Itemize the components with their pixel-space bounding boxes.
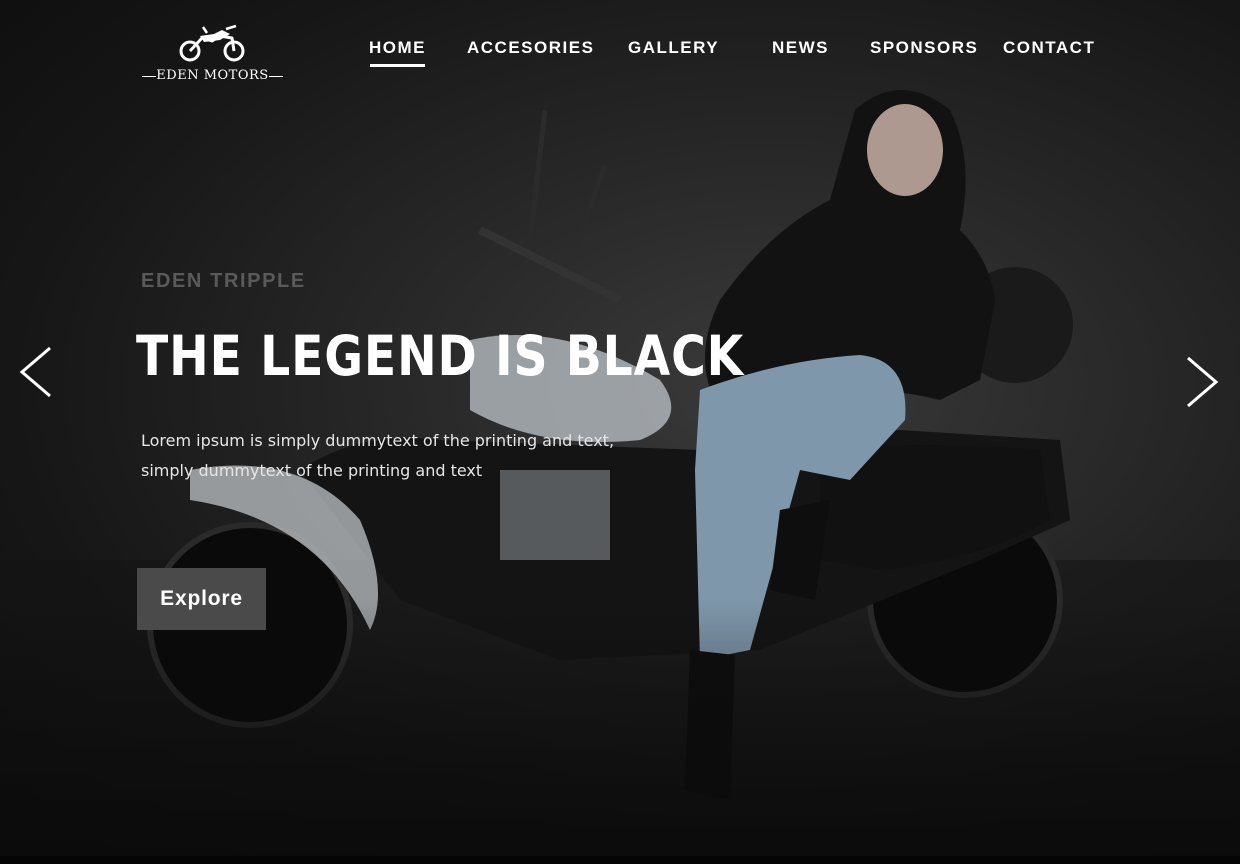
brand-name: EDEN MOTORS: [140, 68, 285, 83]
main-nav: HOME ACCESORIES GALLERY NEWS SPONSORS CO…: [0, 38, 1240, 68]
slider-prev-button[interactable]: [16, 342, 56, 402]
slider-next-button[interactable]: [1182, 352, 1222, 412]
nav-item-news[interactable]: NEWS: [772, 38, 829, 58]
hero-headline: THE LEGEND IS BLACK: [136, 324, 745, 388]
nav-item-contact[interactable]: CONTACT: [1003, 38, 1095, 58]
nav-item-accesories[interactable]: ACCESORIES: [467, 38, 594, 58]
hero-description: Lorem ipsum is simply dummytext of the p…: [141, 426, 661, 486]
explore-button[interactable]: Explore: [137, 568, 266, 630]
nav-item-sponsors[interactable]: SPONSORS: [870, 38, 978, 58]
nav-item-gallery[interactable]: GALLERY: [628, 38, 719, 58]
hero-description-line-1: Lorem ipsum is simply dummytext of the p…: [141, 431, 615, 450]
hero-eyebrow: EDEN TRIPPLE: [141, 270, 306, 292]
nav-item-home[interactable]: HOME: [369, 38, 426, 67]
floor-shadow: [0, 600, 1240, 856]
hero-slider: EDEN MOTORS HOME ACCESORIES GALLERY NEWS…: [0, 0, 1240, 856]
hero-description-line-2: simply dummytext of the printing and tex…: [141, 461, 483, 480]
chevron-left-icon: [19, 346, 51, 398]
chevron-right-icon: [1187, 356, 1219, 408]
page-bottom-edge: [0, 856, 1240, 864]
